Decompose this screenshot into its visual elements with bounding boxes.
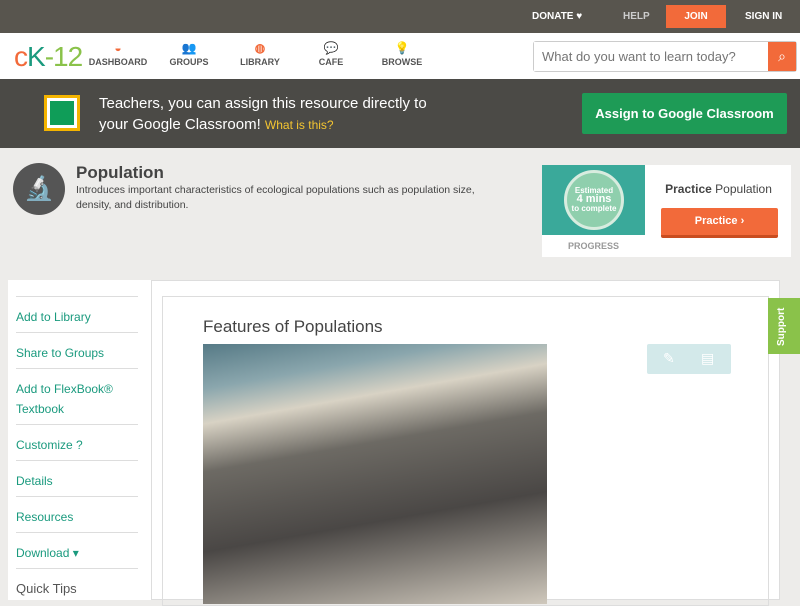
nav-cafe[interactable]: 💬 CAFE <box>296 41 366 67</box>
content-title: Features of Populations <box>203 317 383 336</box>
sidebar-quick-tips: Quick Tips <box>16 568 138 599</box>
nav-groups[interactable]: 👥 GROUPS <box>154 41 224 67</box>
google-classroom-icon <box>44 95 80 131</box>
nav-dashboard[interactable]: ◒ DASHBOARD <box>83 41 153 67</box>
practice-card: Estimated 4 mins to complete PROGRESS Prac… <box>542 165 791 257</box>
donate-link[interactable]: DONATE ♥ <box>532 11 582 22</box>
sidebar: Add to Library Share to Groups Add to Fl… <box>8 280 151 600</box>
progress-label: PROGRESS <box>567 241 619 251</box>
notes-icon[interactable]: ▤ <box>701 350 714 367</box>
penguins-image <box>203 344 547 604</box>
practice-button[interactable]: Practice › <box>661 208 778 238</box>
dashboard-icon: ◒ <box>114 41 122 55</box>
join-button[interactable]: JOIN <box>666 5 726 28</box>
cafe-icon: 💬 <box>323 41 339 55</box>
search-input[interactable] <box>534 42 764 71</box>
sidebar-resources[interactable]: Resources <box>16 496 138 527</box>
support-tab[interactable]: Support <box>768 298 800 354</box>
google-classroom-banner: Teachers, you can assign this resource d… <box>0 79 800 148</box>
top-bar: DONATE ♥ HELP JOIN SIGN IN <box>0 0 800 33</box>
ck12-logo[interactable]: cK-12 <box>14 41 83 73</box>
practice-title: Practice Population <box>665 182 772 196</box>
sign-in-link[interactable]: SIGN IN <box>745 11 782 22</box>
library-icon: ◍ <box>254 41 266 55</box>
browse-icon: 💡 <box>394 41 410 55</box>
assign-google-classroom-button[interactable]: Assign to Google Classroom <box>582 93 787 134</box>
progress-image: Estimated 4 mins to complete <box>542 165 645 235</box>
content-tools: ✎ ▤ <box>647 344 731 374</box>
banner-text: Teachers, you can assign this resource d… <box>99 95 427 133</box>
search-icon[interactable]: ⌕ <box>768 42 796 71</box>
what-is-this-link[interactable]: What is this? <box>265 118 334 132</box>
sidebar-details[interactable]: Details <box>16 460 138 491</box>
main-nav: cK-12 ◒ DASHBOARD 👥 GROUPS ◍ LIBRARY 💬 CAFE … <box>0 33 800 79</box>
sidebar-add-to-library[interactable]: Add to Library <box>16 296 138 327</box>
page-title: Population <box>76 163 164 182</box>
module-description: Introduces important characteristics of … <box>76 184 475 211</box>
nav-library[interactable]: ◍ LIBRARY <box>225 41 295 67</box>
microscope-icon: 🔬 <box>13 163 65 215</box>
nav-browse[interactable]: 💡 BROWSE <box>367 41 437 67</box>
sidebar-customize[interactable]: Customize ? <box>16 424 138 455</box>
search-box: ⌕ <box>533 41 797 72</box>
sidebar-add-to-flexbook[interactable]: Add to FlexBook® Textbook <box>16 368 138 419</box>
sidebar-share-to-groups[interactable]: Share to Groups <box>16 332 138 363</box>
content-area: Features of Populations ✎ ▤ <box>151 280 780 606</box>
sidebar-download[interactable]: Download ▾ <box>16 532 138 563</box>
groups-icon: 👥 <box>181 41 197 55</box>
help-link[interactable]: HELP <box>623 11 650 22</box>
pencil-icon[interactable]: ✎ <box>663 350 675 367</box>
